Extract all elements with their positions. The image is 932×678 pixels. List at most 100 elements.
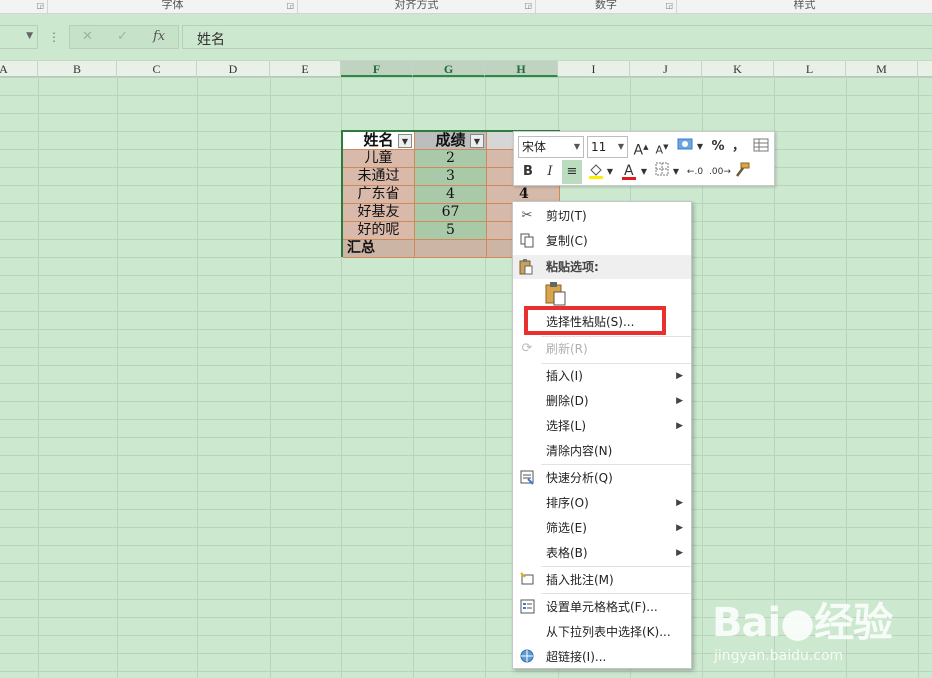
font-size-select[interactable]: 11 ▼ <box>587 136 628 158</box>
column-header-f[interactable]: F <box>341 61 413 77</box>
filter-dropdown-icon[interactable]: ▼ <box>470 134 484 148</box>
chevron-down-icon[interactable]: ▼ <box>26 31 33 41</box>
menu-item-refresh[interactable]: ⟳ 刷新(R) <box>513 337 691 361</box>
table-cell[interactable]: 5 <box>415 222 487 240</box>
column-header-h[interactable]: H <box>485 61 558 77</box>
column-header-k[interactable]: K <box>702 61 774 77</box>
table-cell[interactable]: 好的呢 <box>343 222 415 240</box>
decrease-decimal-icon[interactable]: .00→ <box>709 162 731 182</box>
menu-item-sort[interactable]: 排序(O) ▶ <box>513 491 691 515</box>
menu-item-copy[interactable]: 复制(C) <box>513 229 691 253</box>
chevron-right-icon: ▶ <box>676 396 683 406</box>
chevron-right-icon: ▶ <box>676 421 683 431</box>
table-cell[interactable]: 3 <box>415 168 487 186</box>
grid-line <box>38 77 39 678</box>
chevron-down-icon[interactable]: ▼ <box>640 162 648 182</box>
column-header-c[interactable]: C <box>117 61 197 77</box>
ribbon-group-clipboard: ◲ <box>0 0 48 13</box>
svg-text:A: A <box>624 163 634 179</box>
column-header-g[interactable]: G <box>413 61 485 77</box>
borders-icon[interactable] <box>653 162 671 182</box>
menu-item-hyperlink[interactable]: 超链接(I)... <box>513 645 691 669</box>
column-header-b[interactable]: B <box>38 61 117 77</box>
ribbon-group-font: 字体 ◲ <box>48 0 298 13</box>
paste-button-icon[interactable] <box>545 282 567 306</box>
number-dialog-launcher-icon[interactable]: ◲ <box>665 2 673 10</box>
menu-item-filter[interactable]: 筛选(E) ▶ <box>513 516 691 540</box>
menu-item-label: 插入(I) <box>546 369 583 383</box>
menu-item-pick-from-list[interactable]: 从下拉列表中选择(K)... <box>513 620 691 644</box>
increase-decimal-icon[interactable]: ←.0 <box>685 162 705 182</box>
menu-item-select[interactable]: 选择(L) ▶ <box>513 414 691 438</box>
column-header-e[interactable]: E <box>270 61 341 77</box>
table-header-cell[interactable]: 姓名 ▼ <box>343 132 415 150</box>
format-painter-icon[interactable] <box>733 162 751 182</box>
comma-style-button[interactable]: ， <box>732 137 745 157</box>
column-header-l[interactable]: L <box>774 61 846 77</box>
ribbon-group-number: 数字 ◲ <box>536 0 677 13</box>
chevron-down-icon[interactable]: ▼ <box>696 137 704 157</box>
total-row-label[interactable]: 汇总 <box>343 240 415 258</box>
fill-color-icon[interactable] <box>587 162 605 182</box>
font-color-icon[interactable]: A <box>620 161 638 181</box>
italic-button[interactable]: I <box>542 162 558 182</box>
decrease-font-size-icon[interactable]: A▼ <box>654 137 670 157</box>
menu-item-insert-comment[interactable]: 插入批注(M) <box>513 568 691 592</box>
confirm-icon[interactable]: ✓ <box>117 29 128 44</box>
chevron-right-icon: ▶ <box>676 548 683 558</box>
formula-input[interactable]: 姓名 <box>182 25 932 49</box>
name-box[interactable]: ▼ <box>0 25 38 49</box>
dialog-launcher-icon[interactable]: ◲ <box>36 2 44 10</box>
column-header-j[interactable]: J <box>630 61 702 77</box>
chevron-down-icon[interactable]: ▼ <box>618 137 624 157</box>
more-options-icon[interactable]: ⋮ <box>48 30 60 44</box>
column-header-m[interactable]: M <box>846 61 918 77</box>
watermark-brand: Bai●经验 <box>712 600 893 646</box>
highlight-box <box>524 306 666 335</box>
column-header-d[interactable]: D <box>197 61 270 77</box>
table-header-cell[interactable]: 成绩 ▼ <box>415 132 487 150</box>
table-cell[interactable]: 4 <box>415 186 487 204</box>
table-cell[interactable] <box>415 240 487 258</box>
menu-item-clear-contents[interactable]: 清除内容(N) <box>513 439 691 463</box>
paste-options-label: 粘贴选项: <box>546 260 599 274</box>
chevron-down-icon[interactable]: ▼ <box>672 162 680 182</box>
menu-item-table[interactable]: 表格(B) ▶ <box>513 541 691 565</box>
menu-item-format-cells[interactable]: 设置单元格格式(F)... <box>513 595 691 619</box>
font-dialog-launcher-icon[interactable]: ◲ <box>286 2 294 10</box>
table-cell[interactable]: 未通过 <box>343 168 415 186</box>
alignment-dialog-launcher-icon[interactable]: ◲ <box>524 2 532 10</box>
grid-line <box>197 77 198 678</box>
increase-font-size-icon[interactable]: A▲ <box>633 137 649 159</box>
bold-button[interactable]: B <box>520 162 536 182</box>
menu-item-delete[interactable]: 删除(D) ▶ <box>513 389 691 413</box>
ribbon-group-labels: ◲ 字体 ◲ 对齐方式 ◲ 数字 ◲ 样式 <box>0 0 932 14</box>
menu-item-quick-analysis[interactable]: 快速分析(Q) <box>513 466 691 490</box>
menu-item-insert[interactable]: 插入(I) ▶ <box>513 364 691 388</box>
chevron-right-icon: ▶ <box>676 498 683 508</box>
percent-style-button[interactable]: % <box>710 137 726 157</box>
scissors-icon: ✂ <box>521 208 533 223</box>
chevron-down-icon[interactable]: ▼ <box>606 162 614 182</box>
baidu-jingyan-watermark: Bai●经验 jingyan.baidu.com <box>712 590 927 675</box>
menu-item-label: 表格(B) <box>546 546 588 560</box>
font-name-select[interactable]: 宋体 ▼ <box>518 136 584 158</box>
table-cell[interactable]: 广东省 <box>343 186 415 204</box>
table-cell[interactable]: 2 <box>415 150 487 168</box>
table-cell[interactable]: 好基友 <box>343 204 415 222</box>
accounting-format-icon[interactable] <box>675 137 697 157</box>
menu-item-cut[interactable]: ✂ 剪切(T) <box>513 204 691 228</box>
cancel-icon[interactable]: ✕ <box>82 29 93 44</box>
copy-icon <box>519 233 535 249</box>
menu-item-label: 设置单元格格式(F)... <box>546 600 658 614</box>
column-header-i[interactable]: I <box>558 61 630 77</box>
insert-function-icon[interactable]: fx <box>153 29 165 44</box>
table-cell[interactable]: 67 <box>415 204 487 222</box>
center-align-icon[interactable]: ≡ <box>562 160 582 184</box>
table-cell[interactable]: 儿童 <box>343 150 415 168</box>
format-table-icon[interactable] <box>752 137 770 157</box>
chevron-down-icon[interactable]: ▼ <box>574 137 580 157</box>
ribbon-group-label-number: 数字 <box>595 0 617 11</box>
column-header-a[interactable]: A <box>0 61 38 77</box>
filter-dropdown-icon[interactable]: ▼ <box>398 134 412 148</box>
